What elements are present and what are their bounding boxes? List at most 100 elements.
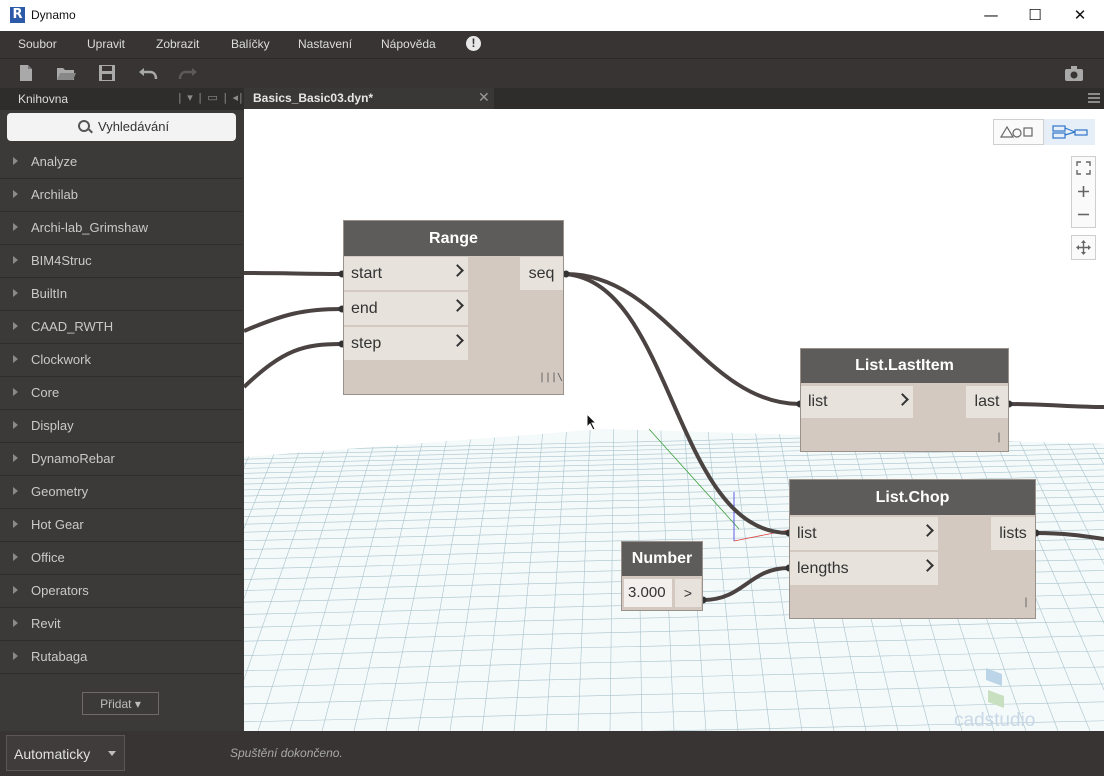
library-item-label: CAAD_RWTH [31, 319, 114, 334]
library-item-rutabaga[interactable]: Rutabaga [0, 641, 242, 674]
library-item-office[interactable]: Office [0, 542, 242, 575]
library-item-label: Office [31, 550, 65, 565]
library-item-archilab[interactable]: Archilab [0, 179, 242, 212]
port-label: end [351, 300, 378, 317]
graph-canvas[interactable]: Range start end step seq |||\ List.LastI… [244, 109, 1104, 731]
number-value-input[interactable]: 3.000 [624, 579, 672, 607]
svg-text:cadstudio: cadstudio [954, 710, 1035, 730]
library-item-caad-rwth[interactable]: CAAD_RWTH [0, 311, 242, 344]
library-item-label: Hot Gear [31, 517, 84, 532]
fit-view-icon[interactable] [1076, 161, 1091, 175]
redo-icon[interactable] [178, 64, 198, 82]
input-port-start[interactable]: start [344, 257, 468, 290]
maximize-button[interactable]: ☐ [1012, 0, 1058, 31]
undo-icon[interactable] [138, 64, 158, 82]
library-item-builtin[interactable]: BuiltIn [0, 278, 242, 311]
chevron-right-icon [921, 559, 934, 572]
menu-upravit[interactable]: Upravit [87, 37, 125, 51]
lacing-indicator[interactable]: |||\ [539, 372, 563, 383]
output-port-number[interactable]: > [675, 579, 701, 607]
library-item-bim4struc[interactable]: BIM4Struc [0, 245, 242, 278]
geometry-view-icon[interactable] [999, 125, 1035, 139]
menu-zobrazit[interactable]: Zobrazit [156, 37, 199, 51]
toolbar [0, 58, 1104, 89]
chevron-right-icon [451, 264, 464, 277]
close-button[interactable]: ✕ [1057, 0, 1103, 31]
output-port-lists[interactable]: lists [991, 517, 1035, 550]
add-library-button[interactable]: Přidat ▾ [82, 692, 159, 715]
expand-arrow-icon [13, 487, 18, 495]
library-item-dynamorebar[interactable]: DynamoRebar [0, 443, 242, 476]
expand-arrow-icon [13, 586, 18, 594]
lacing-indicator[interactable]: | [1023, 597, 1029, 608]
expand-arrow-icon [13, 190, 18, 198]
expand-arrow-icon [13, 388, 18, 396]
port-label: start [351, 265, 383, 282]
zoom-in-icon[interactable] [1077, 185, 1090, 198]
expand-arrow-icon [13, 322, 18, 330]
alert-icon[interactable]: ! [466, 36, 481, 51]
expand-arrow-icon [13, 256, 18, 264]
menu-napoveda[interactable]: Nápověda [381, 37, 436, 51]
camera-icon[interactable] [1064, 64, 1084, 82]
expand-arrow-icon [13, 289, 18, 297]
input-port-step[interactable]: step [344, 327, 468, 360]
library-item-label: Revit [31, 616, 61, 631]
range-node[interactable]: Range start end step seq |||\ [343, 220, 564, 395]
expand-arrow-icon [13, 355, 18, 363]
new-file-icon[interactable] [16, 64, 36, 82]
expand-arrow-icon [13, 454, 18, 462]
input-port-list[interactable]: list [801, 386, 913, 418]
output-port-last[interactable]: last [966, 386, 1008, 418]
port-label: list [808, 393, 828, 410]
tab-close-icon[interactable]: ✕ [478, 90, 490, 106]
library-item-core[interactable]: Core [0, 377, 242, 410]
port-label: list [797, 525, 817, 542]
lacing-indicator[interactable]: | [996, 432, 1002, 443]
library-item-revit[interactable]: Revit [0, 608, 242, 641]
input-port-lengths[interactable]: lengths [790, 552, 938, 585]
chevron-down-icon [108, 751, 116, 756]
number-node[interactable]: Number 3.000 > [621, 541, 703, 611]
library-title: Knihovna [18, 92, 69, 106]
library-item-geometry[interactable]: Geometry [0, 476, 242, 509]
zoom-out-icon[interactable] [1077, 208, 1090, 221]
wire-to-start [244, 271, 343, 276]
title-bar [0, 0, 1104, 32]
expand-arrow-icon [13, 421, 18, 429]
wire-seq-to-lastitem [565, 272, 801, 406]
menu-soubor[interactable]: Soubor [18, 37, 57, 51]
save-icon[interactable] [97, 64, 117, 82]
menu-balicky[interactable]: Balíčky [231, 37, 270, 51]
wire-lists-out [1035, 531, 1104, 541]
menu-nastaveni[interactable]: Nastavení [298, 37, 352, 51]
library-item-label: Geometry [31, 484, 89, 499]
library-item-label: Rutabaga [31, 649, 88, 664]
library-tools[interactable]: | ▾ | ▭ | ◂| [178, 91, 244, 104]
library-item-label: Display [31, 418, 74, 433]
tab-label: Basics_Basic03.dyn* [253, 91, 374, 105]
input-port-list[interactable]: list [790, 517, 938, 550]
search-placeholder: Vyhledávání [98, 119, 170, 134]
library-item-operators[interactable]: Operators [0, 575, 242, 608]
window-title: Dynamo [31, 8, 76, 22]
open-folder-icon[interactable] [56, 64, 76, 82]
library-item-analyze[interactable]: Analyze [0, 146, 242, 179]
library-item-hot-gear[interactable]: Hot Gear [0, 509, 242, 542]
run-status-text: Spuštění dokončeno. [230, 746, 343, 760]
chevron-right-icon [451, 334, 464, 347]
pan-icon[interactable] [1076, 240, 1091, 255]
tab-menu-icon[interactable] [1088, 93, 1100, 103]
list-chop-node[interactable]: List.Chop list lengths lists | [789, 479, 1036, 619]
input-port-end[interactable]: end [344, 292, 468, 325]
library-item-archi-lab-grimshaw[interactable]: Archi-lab_Grimshaw [0, 212, 242, 245]
run-mode-label: Automaticky [14, 746, 91, 762]
library-item-display[interactable]: Display [0, 410, 242, 443]
node-title: Range [344, 221, 563, 256]
wire-seq-to-chop-list [565, 272, 790, 535]
minimize-button[interactable]: — [968, 0, 1014, 31]
list-lastitem-node[interactable]: List.LastItem list last | [800, 348, 1009, 452]
output-port-seq[interactable]: seq [520, 257, 563, 290]
chevron-right-icon [921, 524, 934, 537]
library-item-clockwork[interactable]: Clockwork [0, 344, 242, 377]
